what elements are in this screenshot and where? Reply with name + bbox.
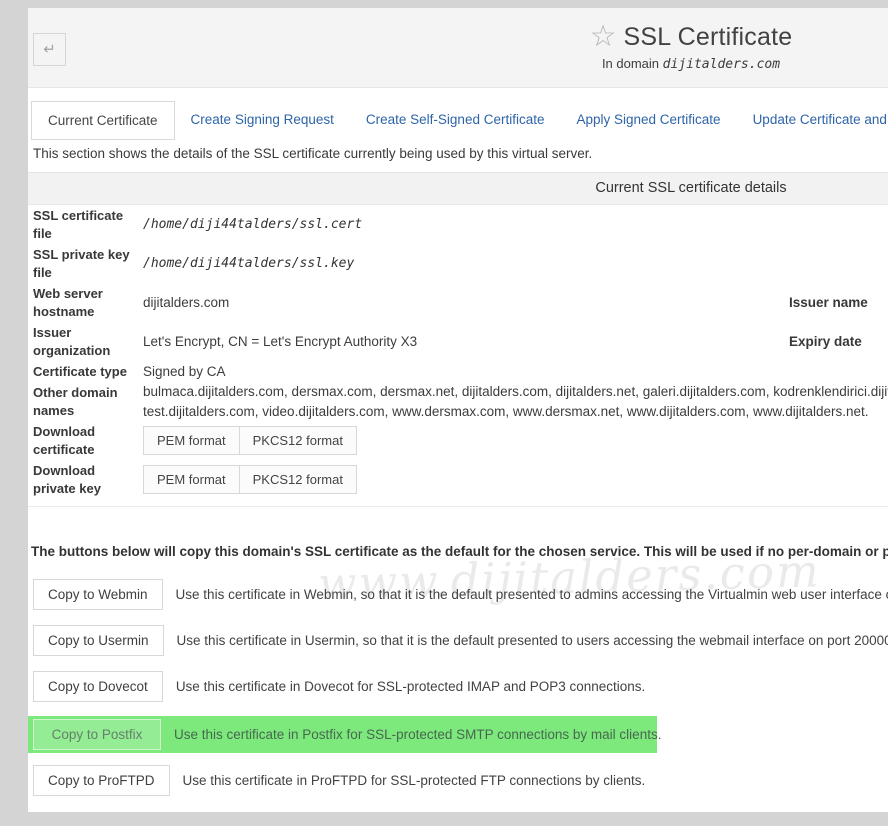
copy-to-postfix-button[interactable]: Copy to Postfix bbox=[33, 719, 161, 750]
domain-name: dijitalders.com bbox=[663, 57, 780, 72]
service-row-postfix-highlighted: Copy to Postfix Use this certificate in … bbox=[28, 716, 657, 753]
back-button[interactable]: ↵ bbox=[33, 33, 66, 66]
service-row-webmin: Copy to Webmin Use this certificate in W… bbox=[28, 578, 888, 610]
section-description: This section shows the details of the SS… bbox=[33, 146, 888, 161]
other-domain-names-value: bulmaca.dijitalders.com, dersmax.com, de… bbox=[143, 382, 888, 421]
proftpd-description: Use this certificate in ProFTPD for SSL-… bbox=[183, 773, 646, 788]
row-label: Certificate type bbox=[33, 363, 143, 381]
service-row-proftpd: Copy to ProFTPD Use this certificate in … bbox=[28, 764, 888, 796]
copy-to-usermin-button[interactable]: Copy to Usermin bbox=[33, 625, 164, 656]
download-private-key-buttons: PEM format PKCS12 format bbox=[143, 465, 789, 494]
other-domains-line-2: test.dijitalders.com, video.dijitalders.… bbox=[143, 402, 888, 422]
page-title-block: ☆ SSL Certificate In domain dijitalders.… bbox=[441, 22, 888, 72]
certificate-pkcs12-format-button[interactable]: PKCS12 format bbox=[239, 426, 357, 455]
tab-apply-signed-certificate[interactable]: Apply Signed Certificate bbox=[560, 101, 736, 138]
copy-to-dovecot-button[interactable]: Copy to Dovecot bbox=[33, 671, 163, 702]
row-label: Download certificate bbox=[33, 423, 143, 459]
service-row-usermin: Copy to Usermin Use this certificate in … bbox=[28, 624, 888, 656]
table-row: Download private key PEM format PKCS12 f… bbox=[28, 460, 888, 499]
web-server-hostname-value: dijitalders.com bbox=[143, 295, 789, 310]
certificate-details-table: Current SSL certificate details SSL cert… bbox=[28, 172, 888, 507]
table-row: Other domain names bulmaca.dijitalders.c… bbox=[28, 382, 888, 421]
page-subtitle: In domain dijitalders.com bbox=[441, 56, 888, 72]
copy-to-proftpd-button[interactable]: Copy to ProFTPD bbox=[33, 765, 170, 796]
certificate-type-value: Signed by CA bbox=[143, 364, 789, 379]
table-row: Web server hostname dijitalders.com Issu… bbox=[28, 283, 888, 322]
expiry-date-label: Expiry date bbox=[789, 334, 888, 349]
table-row: Download certificate PEM format PKCS12 f… bbox=[28, 421, 888, 460]
row-label: Issuer organization bbox=[33, 324, 143, 360]
copy-section-heading: The buttons below will copy this domain'… bbox=[31, 544, 888, 559]
postfix-description: Use this certificate in Postfix for SSL-… bbox=[174, 727, 661, 742]
ssl-certificate-page: { "header": { "back_icon": "↵", "star_ic… bbox=[0, 0, 888, 826]
page-title: SSL Certificate bbox=[624, 23, 793, 52]
row-label: Web server hostname bbox=[33, 285, 143, 321]
ssl-certificate-file-path: /home/diji44talders/ssl.cert bbox=[143, 217, 789, 232]
tab-current-certificate[interactable]: Current Certificate bbox=[31, 101, 175, 140]
row-label: Download private key bbox=[33, 462, 143, 498]
tab-update-certificate-and-key[interactable]: Update Certificate and Key bbox=[737, 101, 888, 138]
row-label: SSL certificate file bbox=[33, 207, 143, 243]
issuer-organization-value: Let's Encrypt, CN = Let's Encrypt Author… bbox=[143, 334, 789, 349]
issuer-name-label: Issuer name bbox=[789, 295, 888, 310]
tab-create-signing-request[interactable]: Create Signing Request bbox=[175, 101, 350, 138]
row-label: Other domain names bbox=[33, 384, 143, 420]
table-title: Current SSL certificate details bbox=[28, 172, 888, 205]
ssl-private-key-file-path: /home/diji44talders/ssl.key bbox=[143, 256, 789, 271]
service-row-dovecot: Copy to Dovecot Use this certificate in … bbox=[28, 670, 888, 702]
usermin-description: Use this certificate in Usermin, so that… bbox=[177, 633, 888, 648]
other-domains-line-1: bulmaca.dijitalders.com, dersmax.com, de… bbox=[143, 382, 888, 402]
favorite-star-icon[interactable]: ☆ bbox=[590, 22, 617, 52]
subtitle-prefix: In domain bbox=[602, 56, 659, 71]
download-certificate-buttons: PEM format PKCS12 format bbox=[143, 426, 789, 455]
private-key-pkcs12-format-button[interactable]: PKCS12 format bbox=[239, 465, 357, 494]
tab-create-self-signed-certificate[interactable]: Create Self-Signed Certificate bbox=[350, 101, 561, 138]
row-label: SSL private key file bbox=[33, 246, 143, 282]
certificate-pem-format-button[interactable]: PEM format bbox=[143, 426, 240, 455]
table-row: SSL certificate file /home/diji44talders… bbox=[28, 205, 888, 244]
content-panel: ↵ ☆ SSL Certificate In domain dijitalder… bbox=[28, 8, 888, 812]
copy-to-webmin-button[interactable]: Copy to Webmin bbox=[33, 579, 163, 610]
dovecot-description: Use this certificate in Dovecot for SSL-… bbox=[176, 679, 645, 694]
tab-bar: Current Certificate Create Signing Reque… bbox=[31, 101, 888, 140]
page-header: ↵ ☆ SSL Certificate In domain dijitalder… bbox=[28, 8, 888, 88]
table-row: Certificate type Signed by CA bbox=[28, 361, 888, 382]
private-key-pem-format-button[interactable]: PEM format bbox=[143, 465, 240, 494]
table-row: Issuer organization Let's Encrypt, CN = … bbox=[28, 322, 888, 361]
table-row: SSL private key file /home/diji44talders… bbox=[28, 244, 888, 283]
webmin-description: Use this certificate in Webmin, so that … bbox=[176, 587, 888, 602]
